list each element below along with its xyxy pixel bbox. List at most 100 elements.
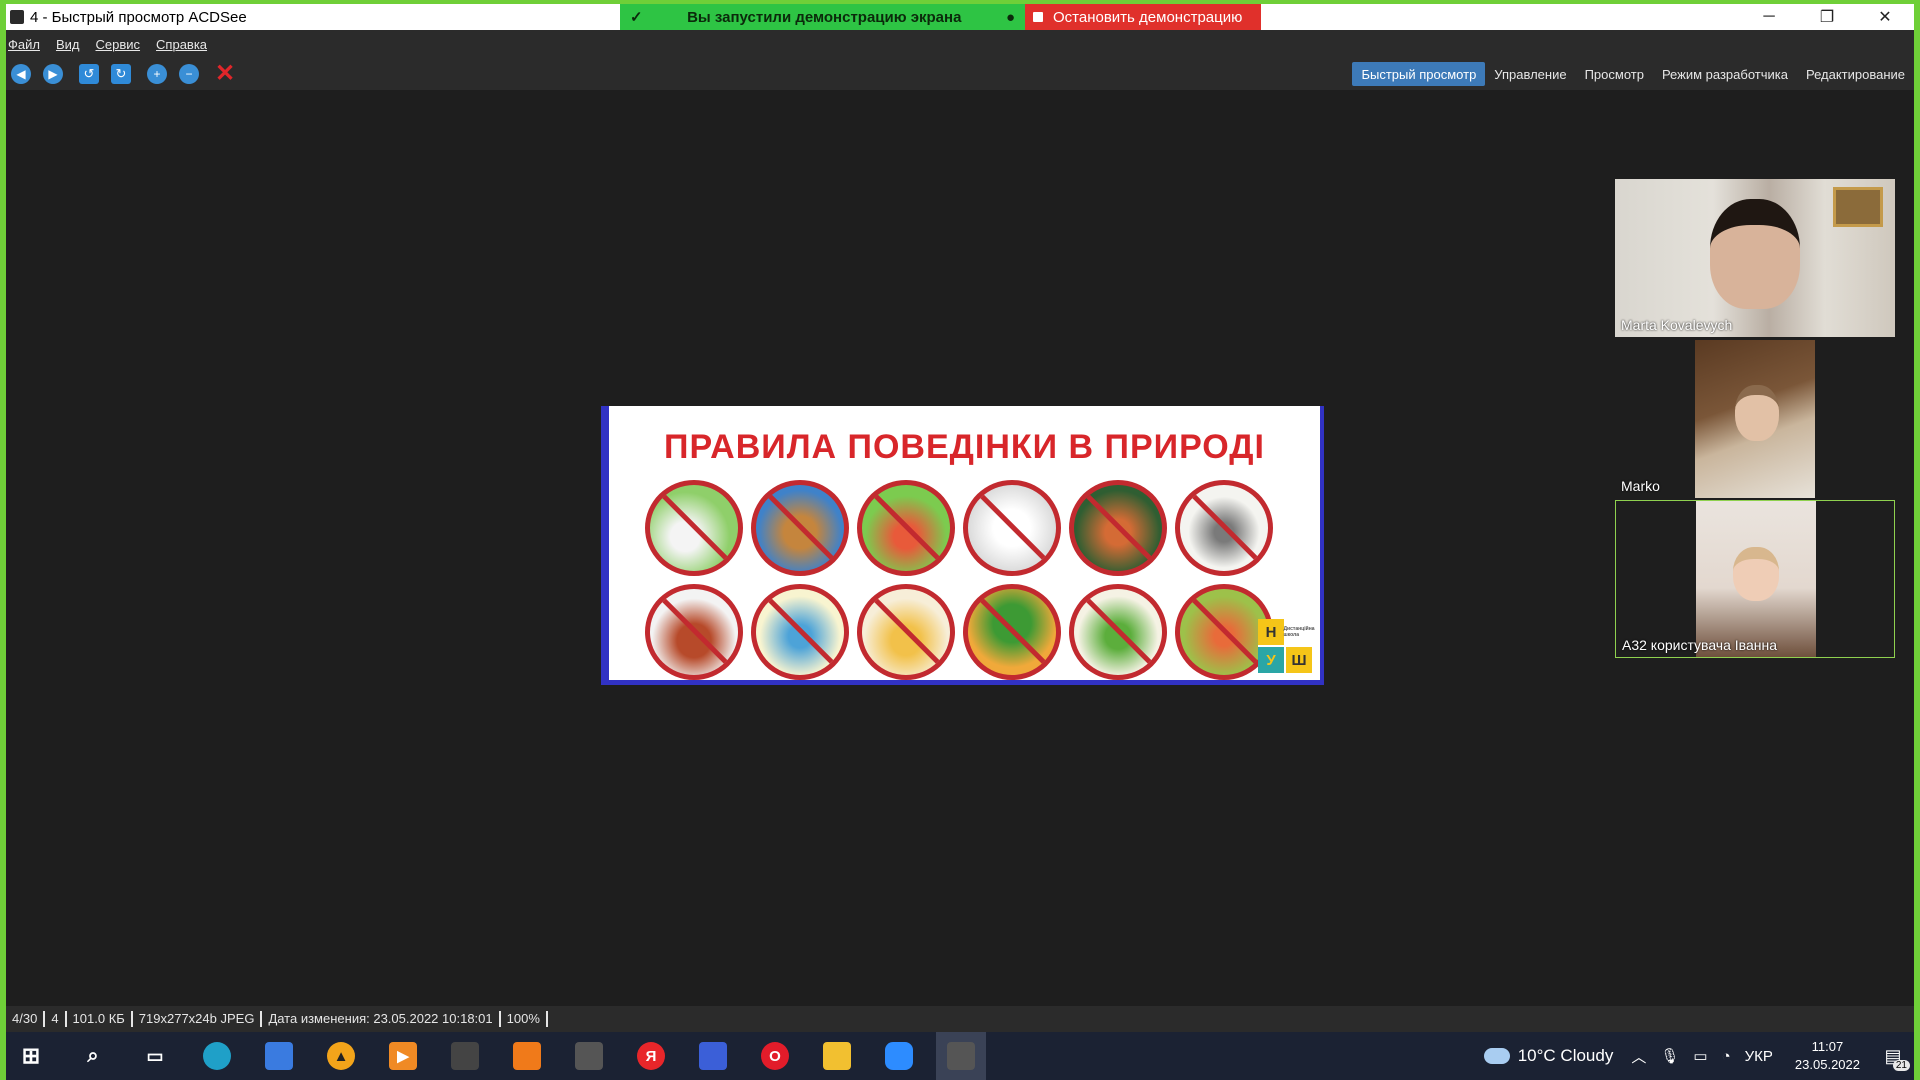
clock[interactable]: 11:07 23.05.2022 (1795, 1038, 1860, 1074)
app-frame: 4 - Быстрый просмотр ACDSee ─ ❐ ✕ ✓ Вы з… (0, 0, 1920, 1080)
task-view-icon: ▭ (146, 1045, 164, 1066)
search-button[interactable]: ⌕ (68, 1032, 118, 1080)
yandex-icon: Я (637, 1042, 665, 1070)
avast-icon: ▲ (327, 1042, 355, 1070)
no-noise-icon (1175, 480, 1273, 576)
no-taking-eggs-icon (857, 584, 955, 680)
back-icon: ◀ (11, 64, 31, 84)
participant-avatar (1710, 199, 1800, 309)
clock-time: 11:07 (1811, 1039, 1844, 1054)
system-tray: 10°C Cloudy ︿ 🎙 ▭ ◔ УКР 11:07 23.05.2022… (1483, 1032, 1914, 1080)
rotate-left-icon: ↺ (79, 64, 99, 84)
participant-name: Marko (1621, 478, 1660, 494)
taskbar-acdsee[interactable] (936, 1032, 986, 1080)
task-view-button[interactable]: ▭ (130, 1032, 180, 1080)
taskbar-pdf[interactable] (502, 1032, 552, 1080)
wifi-icon[interactable]: ◔ (1722, 1048, 1731, 1065)
close-button[interactable]: ✕ (1856, 4, 1914, 30)
microphone-icon[interactable]: 🎙 (1660, 1047, 1679, 1065)
notifications-button[interactable]: ▤ 21 (1878, 1041, 1910, 1071)
media-player-icon: ▶ (389, 1042, 417, 1070)
window-controls: ─ ❐ ✕ (1740, 4, 1914, 30)
taskbar-save[interactable] (688, 1032, 738, 1080)
zoom-out-icon: − (179, 64, 199, 84)
no-taking-hedgehog-icon (645, 584, 743, 680)
tab-developer[interactable]: Режим разработчика (1653, 62, 1797, 86)
no-breaking-branches-icon (1069, 584, 1167, 680)
tab-edit[interactable]: Редактирование (1797, 62, 1914, 86)
menu-service[interactable]: Сервис (96, 37, 141, 52)
taskbar-yandex[interactable]: Я (626, 1032, 676, 1080)
back-button[interactable]: ◀ (10, 63, 32, 85)
status-dimensions: 719x277x24b JPEG (133, 1011, 263, 1027)
status-index: 4/30 (6, 1011, 46, 1027)
rotate-right-button[interactable]: ↻ (110, 63, 132, 85)
taskbar-opera[interactable]: O (750, 1032, 800, 1080)
nush-logo: Н Дистанційна школа У Ш (1258, 619, 1318, 679)
screen-share-banner: ✓ Вы запустили демонстрацию экрана ● Ост… (620, 4, 1261, 30)
participant-tile[interactable]: Marta Kovalevych (1615, 179, 1895, 337)
shield-icon: ● (1005, 8, 1015, 26)
stop-share-label: Остановить демонстрацию (1053, 8, 1243, 26)
displayed-image: ПРАВИЛА ПОВЕДІНКИ В ПРИРОДІ Н Дистанційн… (601, 406, 1324, 685)
participant-avatar (1735, 385, 1779, 441)
image-title: ПРАВИЛА ПОВЕДІНКИ В ПРИРОДІ (664, 428, 1265, 466)
save-icon (699, 1042, 727, 1070)
participant-avatar (1733, 547, 1779, 601)
zoom-icon (885, 1042, 913, 1070)
share-status: ✓ Вы запустили демонстрацию экрана ● (620, 4, 1025, 30)
taskbar-media-player[interactable]: ▶ (378, 1032, 428, 1080)
rotate-right-icon: ↻ (111, 64, 131, 84)
tab-manage[interactable]: Управление (1485, 62, 1575, 86)
no-fire-icon (963, 584, 1061, 680)
delete-icon: ✕ (214, 60, 236, 87)
status-filesize: 101.0 КБ (67, 1011, 133, 1027)
no-kicking-mushrooms-icon (857, 480, 955, 576)
share-status-text: Вы запустили демонстрацию экрана (687, 8, 962, 26)
camera-icon (575, 1042, 603, 1070)
rotate-left-button[interactable]: ↺ (78, 63, 100, 85)
taskbar-file-explorer[interactable] (812, 1032, 862, 1080)
no-breaking-web-icon (963, 480, 1061, 576)
taskbar-zoom[interactable] (874, 1032, 924, 1080)
zoom-in-button[interactable]: + (146, 63, 168, 85)
acdsee-app-icon (10, 10, 24, 24)
taskbar-edge[interactable] (192, 1032, 242, 1080)
tab-quick-view[interactable]: Быстрый просмотр (1352, 62, 1486, 86)
forward-button[interactable]: ▶ (42, 63, 64, 85)
language-indicator[interactable]: УКР (1745, 1048, 1773, 1065)
stop-share-button[interactable]: Остановить демонстрацию (1025, 4, 1261, 30)
taskbar-avast[interactable]: ▲ (316, 1032, 366, 1080)
clock-date: 23.05.2022 (1794, 1057, 1860, 1072)
start-button[interactable]: ⊞ (6, 1032, 56, 1080)
menu-view[interactable]: Вид (56, 37, 80, 52)
minimize-button[interactable]: ─ (1740, 4, 1798, 30)
tab-view[interactable]: Просмотр (1576, 62, 1653, 86)
menu-help[interactable]: Справка (156, 37, 207, 52)
zoom-in-icon: + (147, 64, 167, 84)
acdsee-icon (947, 1042, 975, 1070)
status-filename: 4 (45, 1011, 67, 1027)
file-explorer-icon (823, 1042, 851, 1070)
delete-button[interactable]: ✕ (214, 60, 236, 87)
video-editor-icon (451, 1042, 479, 1070)
taskbar-video-editor[interactable] (440, 1032, 490, 1080)
status-modified: Дата изменения: 23.05.2022 10:18:01 (262, 1011, 501, 1027)
participant-tile-active[interactable]: A32 користувача Іванна (1615, 500, 1895, 658)
battery-icon[interactable]: ▭ (1693, 1047, 1707, 1065)
taskbar-camera[interactable] (564, 1032, 614, 1080)
no-destroying-anthill-icon (751, 480, 849, 576)
windows-icon: ⊞ (21, 1043, 41, 1068)
taskbar: ⊞ ⌕ ▭ ▲ ▶ Я O 10°C Cloudy ︿ 🎙 ▭ ◔ УКР 11… (6, 1032, 1914, 1080)
zoom-out-button[interactable]: − (178, 63, 200, 85)
chevron-up-icon[interactable]: ︿ (1631, 1046, 1646, 1067)
no-picking-flowers-icon (645, 480, 743, 576)
participant-tile[interactable]: Marko (1615, 340, 1895, 498)
weather-widget[interactable]: 10°C Cloudy (1483, 1046, 1613, 1066)
restore-button[interactable]: ❐ (1798, 4, 1856, 30)
participant-name: Marta Kovalevych (1621, 317, 1733, 333)
status-zoom: 100% (501, 1011, 548, 1027)
no-littering-icon (1069, 480, 1167, 576)
taskbar-store[interactable] (254, 1032, 304, 1080)
menu-file[interactable]: Файл (8, 37, 40, 52)
